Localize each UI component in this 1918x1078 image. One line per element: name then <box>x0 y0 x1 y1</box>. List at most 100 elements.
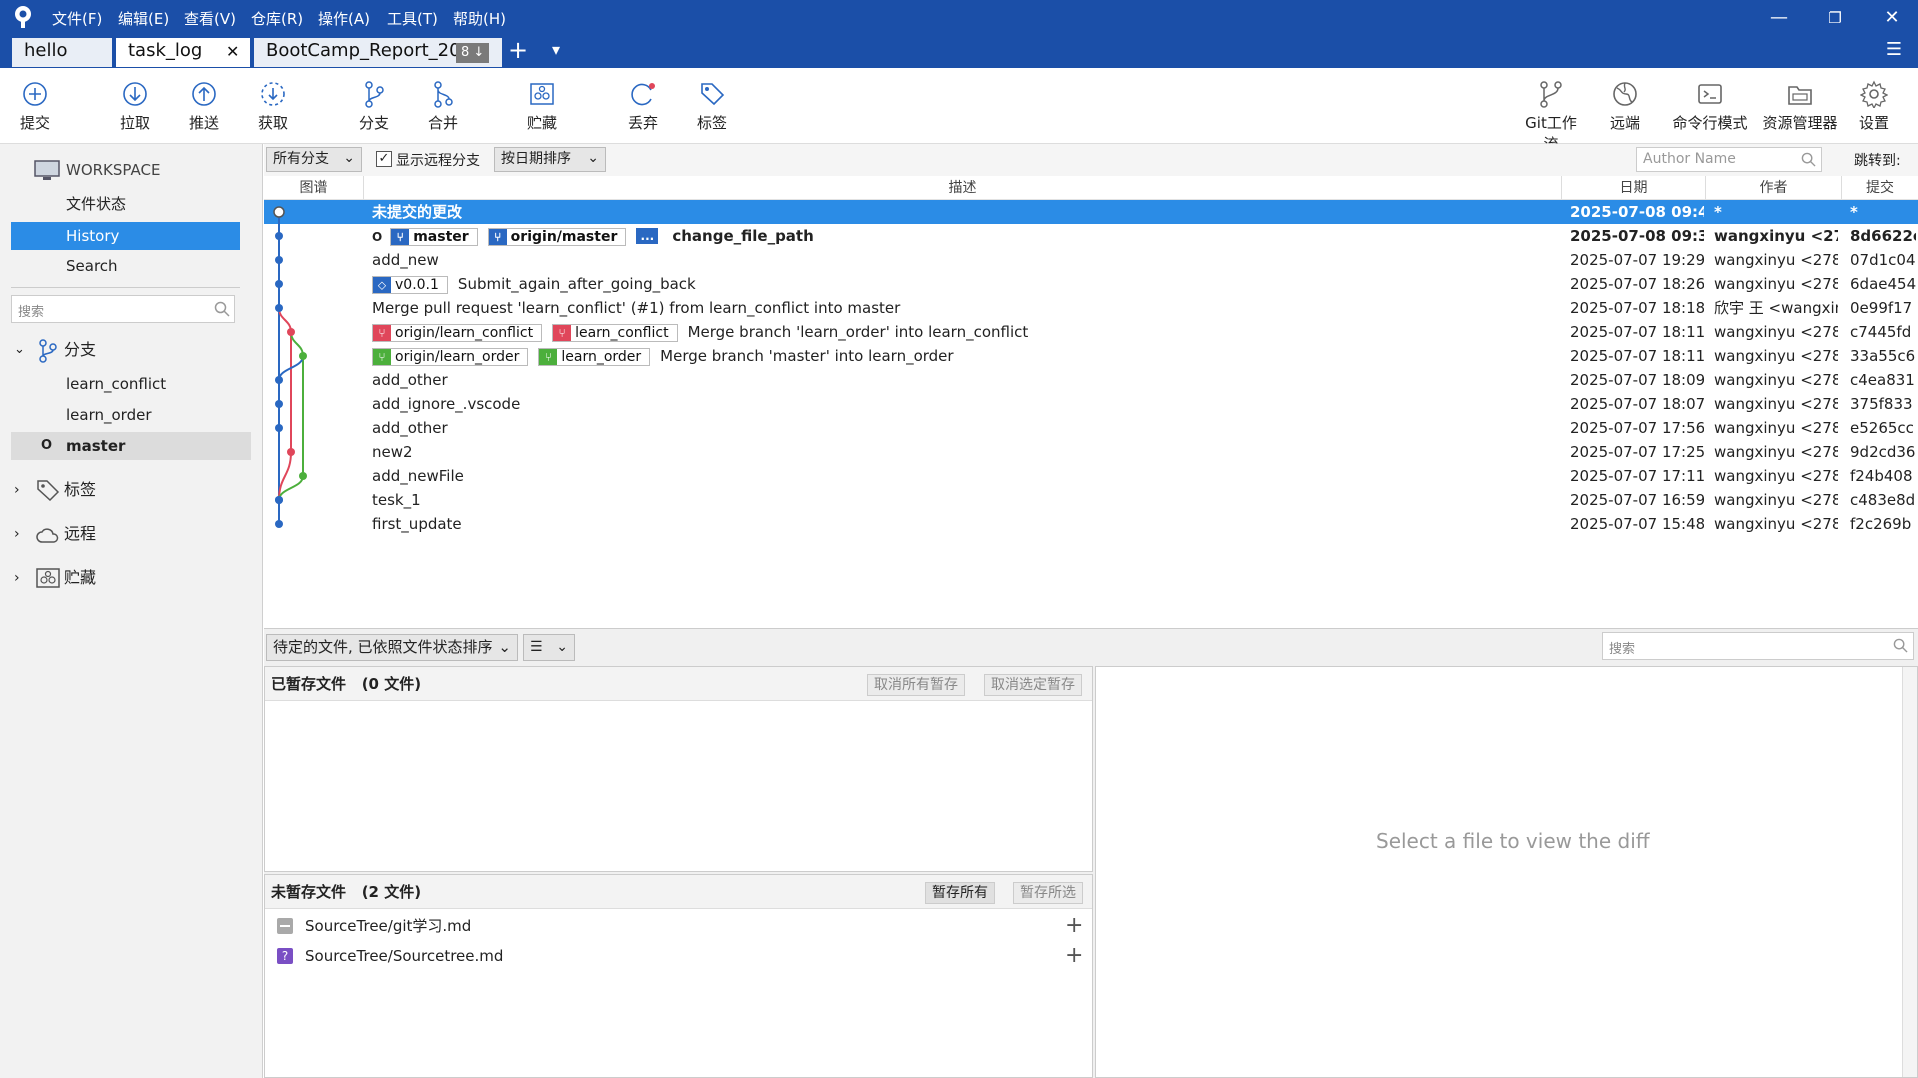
tab-task-log[interactable]: task_log ✕ <box>116 38 250 67</box>
tab-close-icon[interactable]: ✕ <box>226 42 239 61</box>
merge-button[interactable]: 合并 <box>411 80 475 140</box>
unstaged-files-header: 未暂存文件 (2 文件) 暂存所有 暂存所选 <box>265 875 1092 909</box>
table-row[interactable]: O ⑂ master ⑂ origin/master... change_file_pat… <box>264 224 1918 248</box>
push-button[interactable]: 推送 <box>172 80 236 140</box>
table-row[interactable]: new2 2025-07-07 17:25 wangxinyu <278 9d2cd3… <box>264 440 1918 464</box>
git-flow-button[interactable]: Git工作流 <box>1519 80 1583 153</box>
stage-selected-button[interactable]: 暂存所选 <box>1013 882 1083 904</box>
remote-button[interactable]: 远端 <box>1593 80 1657 140</box>
add-tab-button[interactable]: + <box>508 36 528 64</box>
column-header-commit[interactable]: 提交 <box>1842 176 1918 200</box>
branch-label[interactable]: ⑂ origin/master <box>487 227 627 246</box>
commit-node <box>299 472 307 480</box>
settings-button[interactable]: 设置 <box>1842 80 1906 140</box>
search-icon <box>1801 152 1816 171</box>
column-header-graph[interactable]: 图谱 <box>264 176 364 200</box>
table-row[interactable]: first_update 2025-07-07 15:48 wangxinyu <2… <box>264 512 1918 536</box>
sidebar-branch-master[interactable]: O master <box>11 432 251 460</box>
diff-scrollbar[interactable] <box>1902 667 1917 1077</box>
stashes-section-header[interactable]: › 贮藏 <box>0 564 263 592</box>
sidebar-item-history[interactable]: History <box>11 222 240 250</box>
sidebar-branch-learn-conflict[interactable]: learn_conflict <box>0 370 263 398</box>
branch-label[interactable]: ⑂ master <box>390 227 478 246</box>
menu-item[interactable]: 查看(V) <box>184 8 236 30</box>
branch-label[interactable]: ⑂ learn_conflict <box>552 323 678 342</box>
table-row[interactable]: add_new 2025-07-07 19:29 wangxinyu <278 07d… <box>264 248 1918 272</box>
branch-label[interactable]: ⑂ origin/learn_conflict <box>372 323 543 342</box>
table-row[interactable]: add_other 2025-07-07 17:56 wangxinyu <278 e… <box>264 416 1918 440</box>
sidebar-item-file-status[interactable]: 文件状态 <box>0 190 263 218</box>
file-search-input[interactable]: 搜索 <box>1602 632 1914 660</box>
column-header-date[interactable]: 日期 <box>1562 176 1706 200</box>
discard-button[interactable]: 丢弃 <box>611 80 675 140</box>
commit-hash: 9d2cd36 <box>1850 443 1916 461</box>
tab-bootcamp-report[interactable]: BootCamp_Report_202 8 ↓ <box>254 38 502 67</box>
tab-hello[interactable]: hello <box>12 38 112 67</box>
commit-description: add_other <box>372 368 1558 392</box>
view-mode-dropdown[interactable]: ☰ ⌄ <box>523 634 575 661</box>
branch-filter-dropdown[interactable]: 所有分支 ⌄ <box>266 147 362 172</box>
stage-file-plus-icon[interactable]: + <box>1065 911 1083 941</box>
table-row[interactable]: ⑂ origin/learn_conflict ⑂ learn_conflict Mer… <box>264 320 1918 344</box>
pull-button[interactable]: 拉取 <box>103 80 167 140</box>
branch-button[interactable]: 分支 <box>342 80 406 140</box>
table-row[interactable]: add_other 2025-07-07 18:09 wangxinyu <278 c… <box>264 368 1918 392</box>
search-placeholder: 搜索 <box>18 305 45 320</box>
table-row[interactable]: ⬦ v0.0.1 Submit_again_after_going_back 2025… <box>264 272 1918 296</box>
file-path: SourceTree/git学习.md <box>305 917 472 935</box>
stage-all-button[interactable]: 暂存所有 <box>925 882 995 904</box>
branch-label[interactable]: ⑂ learn_order <box>538 347 651 366</box>
explorer-button[interactable]: 资源管理器 <box>1760 80 1840 140</box>
column-header-author[interactable]: 作者 <box>1706 176 1842 200</box>
table-row[interactable]: ⑂ origin/learn_order ⑂ learn_order Merge bra… <box>264 344 1918 368</box>
sidebar-branch-learn-order[interactable]: learn_order <box>0 401 263 429</box>
table-row[interactable]: add_newFile 2025-07-07 17:11 wangxinyu <27… <box>264 464 1918 488</box>
table-row[interactable]: tesk_1 2025-07-07 16:59 wangxinyu <278 c483… <box>264 488 1918 512</box>
chevron-down-icon: ⌄ <box>498 638 511 656</box>
toolbar-button-label: 合并 <box>427 114 458 132</box>
fetch-icon <box>261 82 285 106</box>
table-row[interactable]: Merge pull request 'learn_conflict' (#1)… <box>264 296 1918 320</box>
author-filter-input[interactable]: Author Name <box>1636 147 1822 172</box>
tab-list-dropdown[interactable]: ▾ <box>552 40 560 59</box>
table-row[interactable]: 未提交的更改 2025-07-08 09:48 * * <box>264 200 1918 224</box>
restore-button[interactable]: ❐ <box>1820 6 1850 30</box>
menu-item[interactable]: 编辑(E) <box>118 8 169 30</box>
remotes-section-header[interactable]: › 远程 <box>0 520 263 548</box>
menu-item[interactable]: 操作(A) <box>318 8 370 30</box>
sidebar-search-input[interactable]: 搜索 <box>11 295 235 323</box>
table-row[interactable]: add_ignore_.vscode 2025-07-07 18:07 wangxi… <box>264 392 1918 416</box>
show-remote-checkbox[interactable]: ✓ <box>376 151 392 167</box>
fetch-button[interactable]: 获取 <box>241 80 305 140</box>
menu-item[interactable]: 文件(F) <box>52 8 102 30</box>
commit-message: add_other <box>372 371 448 389</box>
tag-label[interactable]: ⬦ v0.0.1 <box>372 275 448 294</box>
unstage-selected-button[interactable]: 取消选定暂存 <box>984 674 1082 696</box>
menu-item[interactable]: 工具(T) <box>387 8 438 30</box>
menu-item[interactable]: 仓库(R) <box>251 8 303 30</box>
tags-section-header[interactable]: › 标签 <box>0 476 263 504</box>
branches-section-header[interactable]: ⌄ 分支 <box>0 336 263 364</box>
stash-button[interactable]: 贮藏 <box>510 80 574 140</box>
terminal-button[interactable]: 命令行模式 <box>1670 80 1750 140</box>
column-header-description[interactable]: 描述 <box>364 176 1562 200</box>
unstaged-file-row[interactable]: SourceTree/git学习.md + <box>265 911 1092 941</box>
hamburger-menu-button[interactable]: ☰ <box>1879 38 1909 62</box>
stage-file-plus-icon[interactable]: + <box>1065 941 1083 971</box>
pending-sort-dropdown[interactable]: 待定的文件, 已依照文件状态排序 ⌄ <box>266 634 518 661</box>
unstaged-file-row[interactable]: ? SourceTree/Sourcetree.md + <box>265 941 1092 971</box>
close-window-button[interactable]: ✕ <box>1877 6 1907 30</box>
diff-placeholder-text: Select a file to view the diff <box>1376 829 1650 853</box>
tag-button[interactable]: 标签 <box>680 80 744 140</box>
commit-button[interactable]: 提交 <box>3 80 67 140</box>
branch-label[interactable]: ⑂ origin/learn_order <box>372 347 529 366</box>
sort-dropdown[interactable]: 按日期排序 ⌄ <box>494 147 606 172</box>
menu-item[interactable]: 帮助(H) <box>453 8 506 30</box>
branch-label-more[interactable]: ... <box>636 227 662 246</box>
push-icon <box>192 82 216 106</box>
jump-to-label[interactable]: 跳转到: <box>1854 150 1901 170</box>
commit-message: change_file_path <box>672 227 814 245</box>
unstage-all-button[interactable]: 取消所有暂存 <box>867 674 965 696</box>
minimize-button[interactable]: — <box>1764 6 1794 30</box>
sidebar-item-search[interactable]: Search <box>0 252 263 280</box>
